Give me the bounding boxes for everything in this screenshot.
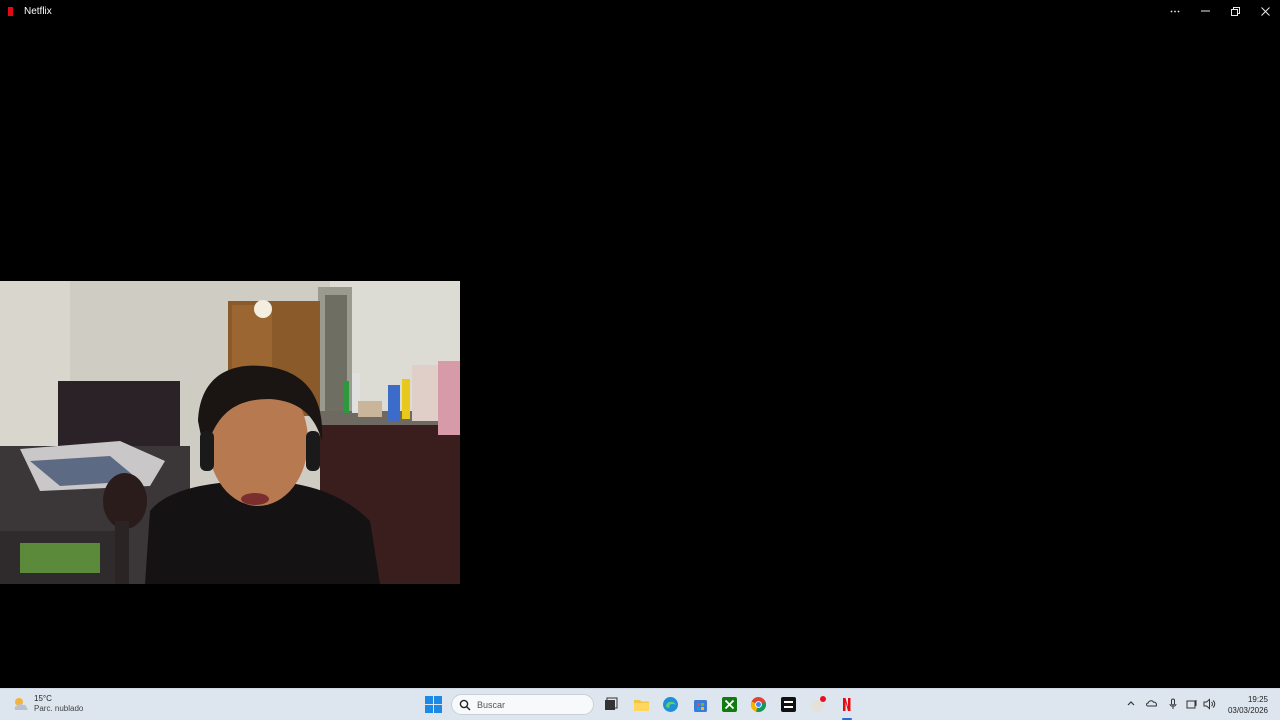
restore-button[interactable] — [1220, 0, 1250, 22]
volume-icon[interactable] — [1203, 698, 1216, 711]
task-view-icon — [605, 697, 618, 710]
taskbar-app-capcut[interactable] — [780, 696, 797, 713]
title-bar: Netflix — [0, 0, 1280, 22]
minimize-button[interactable] — [1190, 0, 1220, 22]
taskbar-app-netflix[interactable] — [838, 696, 855, 713]
more-options-button[interactable] — [1160, 0, 1190, 22]
clock[interactable]: 19:25 03/03/2026 — [1228, 694, 1268, 716]
webcam-image — [0, 281, 460, 584]
windows-icon — [425, 696, 442, 713]
network-icon[interactable] — [1186, 698, 1199, 711]
folder-icon — [634, 700, 649, 711]
weather-widget[interactable]: 15°C Parc. nublado — [12, 694, 83, 714]
start-button[interactable] — [425, 696, 442, 713]
weather-temperature: 15°C — [34, 694, 52, 703]
app-icon — [811, 696, 826, 712]
weather-condition: Parc. nublado — [34, 704, 84, 713]
webcam-overlay — [0, 281, 460, 584]
taskbar-app-task-view[interactable] — [602, 696, 619, 713]
microphone-icon[interactable] — [1166, 698, 1179, 711]
netflix-logo-icon — [8, 6, 13, 16]
onedrive-cloud-icon[interactable] — [1145, 698, 1158, 711]
clock-time: 19:25 — [1247, 695, 1268, 704]
search-placeholder: Buscar — [477, 699, 506, 710]
minimize-icon — [1200, 10, 1210, 12]
window-title: Netflix — [24, 5, 52, 17]
netflix-icon — [843, 698, 851, 711]
show-hidden-icons-chevron-up-icon[interactable] — [1124, 698, 1137, 711]
taskbar: 15°C Parc. nublado Buscar 19:25 03/03/20… — [0, 688, 1280, 720]
window-controls — [1160, 0, 1280, 22]
search-icon — [459, 699, 471, 710]
taskbar-app-store[interactable] — [692, 696, 709, 713]
search-input[interactable]: Buscar — [451, 694, 594, 715]
xbox-icon — [722, 697, 737, 712]
app-icon — [781, 697, 796, 712]
clock-date: 03/03/2026 — [1227, 706, 1268, 715]
taskbar-app-file-explorer[interactable] — [633, 696, 650, 713]
more-icon — [1170, 10, 1180, 12]
close-button[interactable] — [1250, 0, 1280, 22]
store-icon — [694, 700, 707, 712]
taskbar-app-chrome[interactable] — [750, 696, 767, 713]
taskbar-app-xbox[interactable] — [721, 696, 738, 713]
restore-icon — [1230, 6, 1240, 16]
chrome-icon — [750, 697, 766, 713]
partly-cloudy-icon — [14, 698, 28, 710]
taskbar-app-edge[interactable] — [662, 696, 679, 713]
close-icon — [1260, 6, 1270, 16]
edge-icon — [663, 697, 678, 712]
taskbar-app-badge[interactable] — [809, 696, 826, 713]
